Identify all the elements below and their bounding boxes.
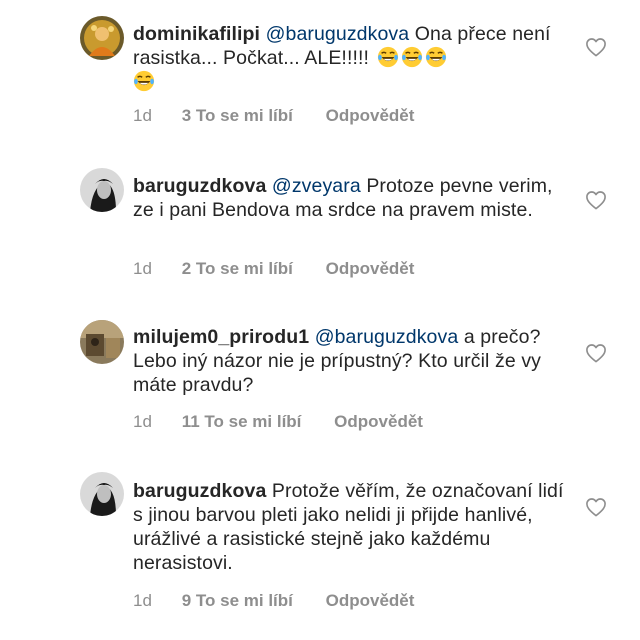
laughing-tears-emoji-icon	[133, 70, 155, 93]
comment-time: 1d	[133, 106, 152, 125]
heart-outline-icon[interactable]	[585, 37, 607, 57]
likes-count-button[interactable]: 9 To se mi líbí	[182, 591, 293, 611]
comment-mention[interactable]: @baruguzdkova	[315, 326, 459, 348]
avatar[interactable]	[80, 168, 124, 212]
laughing-tears-emoji-icon	[375, 46, 399, 69]
comment-meta: 1d 3 To se mi líbí Odpovědět	[133, 106, 414, 126]
avatar-image-icon	[80, 472, 124, 516]
avatar-image-icon	[80, 168, 124, 212]
comment-username[interactable]: baruguzdkova	[133, 175, 266, 197]
comment-meta: 1d 11 To se mi líbí Odpovědět	[133, 412, 423, 432]
likes-count-button[interactable]: 2 To se mi líbí	[182, 259, 293, 279]
comment-body: baruguzdkova Protože věřím, že označovan…	[133, 479, 573, 575]
comment-meta: 1d 9 To se mi líbí Odpovědět	[133, 591, 414, 611]
comment-mention[interactable]: @zveyara	[272, 175, 361, 197]
heart-outline-icon[interactable]	[585, 497, 607, 517]
laughing-tears-emoji-icon	[399, 46, 423, 69]
comment-body: milujem0_prirodu1 @baruguzdkova a prečo?…	[133, 325, 573, 397]
comment-time: 1d	[133, 591, 152, 610]
comment-body: baruguzdkova @zveyara Protoze pevne veri…	[133, 174, 573, 222]
comment-mention[interactable]: @baruguzdkova	[266, 23, 410, 45]
heart-outline-icon[interactable]	[585, 190, 607, 210]
avatar[interactable]	[80, 320, 124, 364]
comment-username[interactable]: baruguzdkova	[133, 480, 266, 502]
likes-count-button[interactable]: 11 To se mi líbí	[182, 412, 302, 432]
comment-list: dominikafilipi @baruguzdkova Ona přece n…	[0, 0, 640, 640]
likes-count-button[interactable]: 3 To se mi líbí	[182, 106, 293, 126]
comment-time: 1d	[133, 412, 152, 431]
reply-button[interactable]: Odpovědět	[334, 412, 423, 432]
avatar[interactable]	[80, 472, 124, 516]
reply-button[interactable]: Odpovědět	[326, 106, 415, 126]
comment-body: dominikafilipi @baruguzdkova Ona přece n…	[133, 22, 573, 94]
comment-meta: 1d 2 To se mi líbí Odpovědět	[133, 259, 414, 279]
reply-button[interactable]: Odpovědět	[326, 259, 415, 279]
comment-username[interactable]: dominikafilipi	[133, 23, 260, 45]
reply-button[interactable]: Odpovědět	[326, 591, 415, 611]
heart-outline-icon[interactable]	[585, 343, 607, 363]
comment-time: 1d	[133, 259, 152, 278]
laughing-tears-emoji-icon	[423, 46, 447, 69]
comment-username[interactable]: milujem0_prirodu1	[133, 326, 309, 348]
avatar-image-icon	[80, 320, 124, 364]
avatar-image-icon	[80, 16, 124, 60]
avatar[interactable]	[80, 16, 124, 60]
